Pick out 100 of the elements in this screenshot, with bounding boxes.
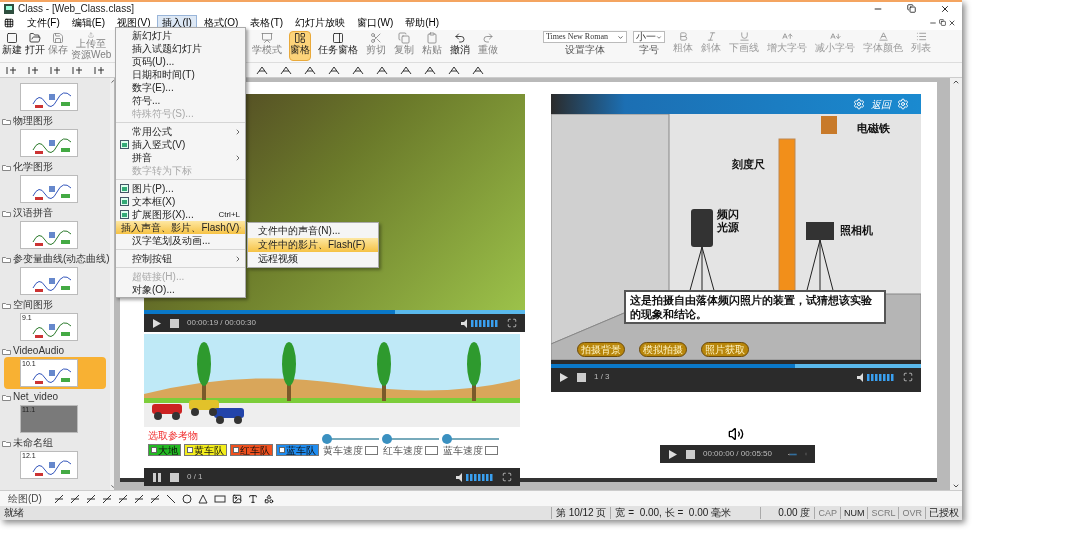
formula-tool-icon[interactable] — [28, 65, 40, 75]
doc-restore-icon[interactable] — [939, 19, 946, 26]
menu-entry[interactable]: 插入竖式(V) — [116, 138, 245, 151]
option-checkbox[interactable] — [187, 447, 193, 453]
slide-thumbnail[interactable] — [20, 267, 78, 295]
triangle-tool-icon[interactable] — [197, 493, 208, 504]
reference-option[interactable]: 黄车队 — [184, 444, 227, 456]
menu-item[interactable]: 幻灯片放映 — [290, 15, 351, 30]
menu-entry[interactable]: 控制按钮 — [116, 252, 245, 265]
speed-slider[interactable] — [383, 434, 439, 444]
slide-group-label[interactable]: 空间图形 — [13, 299, 53, 311]
menu-entry[interactable]: 常用公式 — [116, 125, 245, 138]
slide-group-label[interactable]: Net_video — [13, 391, 59, 403]
restore-icon[interactable] — [907, 4, 916, 13]
menu-entry[interactable]: 文件中的声音(N)... — [248, 224, 378, 238]
toolbar-button[interactable]: 窗格 — [289, 31, 311, 61]
menu-entry[interactable]: 文件中的影片、Flash(F) — [248, 238, 378, 252]
formula-tool-icon[interactable] — [352, 65, 364, 75]
menu-entry[interactable]: 对象(O)... — [116, 283, 245, 296]
slide-thumbnail[interactable] — [20, 175, 78, 203]
image-icon[interactable] — [231, 493, 242, 504]
doc-close-icon[interactable] — [948, 18, 956, 27]
reference-option[interactable]: 大地 — [148, 444, 181, 456]
draw-tool-icon[interactable] — [117, 493, 128, 504]
draw-tool-icon[interactable] — [85, 493, 96, 504]
reference-option[interactable]: 红车队 — [230, 444, 273, 456]
formula-tool-icon[interactable] — [424, 65, 436, 75]
menu-entry[interactable]: 远程视频 — [248, 252, 378, 266]
slide-thumbnail[interactable] — [20, 221, 78, 249]
slide-group-label[interactable]: 未命名组 — [13, 437, 53, 449]
formula-tool-icon[interactable] — [50, 65, 62, 75]
formula-tool-icon[interactable] — [400, 65, 412, 75]
slider-thumb[interactable] — [442, 434, 453, 444]
menu-item[interactable]: 帮助(H) — [400, 15, 445, 30]
back-link[interactable]: 返回 — [871, 96, 891, 112]
menu-item[interactable]: 表格(T) — [245, 15, 289, 30]
menu-entry[interactable]: 文本框(X) — [116, 195, 245, 208]
menu-item[interactable]: 窗口(W) — [352, 15, 399, 30]
line-tool-icon[interactable] — [165, 493, 176, 504]
option-checkbox[interactable] — [279, 447, 285, 453]
formula-tool-icon[interactable] — [94, 65, 106, 75]
stop-button[interactable] — [170, 318, 179, 328]
toolbar-button[interactable]: 撤消 — [449, 31, 471, 61]
draw-tool-icon[interactable] — [53, 493, 64, 504]
font-size-dropdown[interactable]: 小一 — [633, 31, 665, 43]
draw-menu-button[interactable]: 绘图(D) — [8, 492, 42, 505]
speed-slider[interactable] — [443, 434, 499, 444]
slide-group-label[interactable]: 物理图形 — [13, 115, 53, 127]
formula-tool-icon[interactable] — [448, 65, 460, 75]
scrollbar[interactable] — [950, 78, 962, 490]
play-pause-button[interactable] — [152, 317, 162, 329]
option-checkbox[interactable] — [151, 447, 157, 453]
draw-tool-icon[interactable] — [69, 493, 80, 504]
formula-tool-icon[interactable] — [280, 65, 292, 75]
toolbar-button[interactable]: 任务窗格 — [317, 31, 359, 61]
menu-item[interactable]: 格式(O) — [198, 15, 244, 30]
speed-input[interactable] — [425, 446, 438, 455]
speaker-icon[interactable] — [728, 426, 744, 442]
stop-button[interactable] — [686, 449, 695, 459]
close-icon[interactable] — [940, 3, 950, 14]
formula-tool-icon[interactable] — [72, 65, 84, 75]
text-box-icon[interactable] — [247, 493, 258, 504]
progress-track[interactable] — [551, 364, 921, 368]
slide-group-label[interactable]: 参变量曲线(动态曲线) — [13, 253, 110, 265]
menu-entry[interactable]: 插入声音、影片、Flash(V) — [116, 221, 245, 234]
draw-tool-icon[interactable] — [149, 493, 160, 504]
menu-item[interactable]: 文件(F) — [22, 15, 65, 30]
play-pause-button[interactable] — [152, 471, 162, 483]
document-menu-icon[interactable] — [4, 17, 14, 28]
menu-item[interactable]: 编辑(E) — [66, 15, 111, 30]
menu-entry[interactable]: 插入试题幻灯片 — [116, 42, 245, 55]
menu-entry[interactable]: 汉字笔划及动画... — [116, 234, 245, 247]
speed-input[interactable] — [365, 446, 378, 455]
slide-thumbnail[interactable] — [20, 83, 78, 111]
toolbar-button[interactable]: 打开 — [24, 31, 46, 61]
stop-button[interactable] — [170, 472, 179, 482]
menu-entry[interactable]: 图片(P)... — [116, 182, 245, 195]
play-pause-button[interactable] — [559, 371, 569, 383]
slide-thumbnail[interactable] — [20, 129, 78, 157]
shapes-icon[interactable] — [263, 493, 274, 504]
slide-group-label[interactable]: 汉语拼音 — [13, 207, 53, 219]
speed-input[interactable] — [485, 446, 498, 455]
menu-entry[interactable]: 拼音 — [116, 151, 245, 164]
formula-tool-icon[interactable] — [376, 65, 388, 75]
progress-track[interactable] — [144, 310, 525, 314]
formula-tool-icon[interactable] — [6, 65, 18, 75]
stop-button[interactable] — [577, 372, 586, 382]
menu-entry[interactable]: 数字(E)... — [116, 81, 245, 94]
menu-entry[interactable]: 日期和时间(T) — [116, 68, 245, 81]
menu-entry[interactable]: 新幻灯片 — [116, 29, 245, 42]
slide-group-label[interactable]: VideoAudio — [13, 345, 64, 357]
draw-tool-icon[interactable] — [133, 493, 144, 504]
formula-tool-icon[interactable] — [304, 65, 316, 75]
formula-tool-icon[interactable] — [472, 65, 484, 75]
toolbar-button[interactable]: 新建 — [1, 31, 23, 61]
menu-entry[interactable]: 页码(U)... — [116, 55, 245, 68]
rectangle-tool-icon[interactable] — [213, 493, 226, 504]
font-dropdown[interactable]: Times New Roman — [543, 31, 627, 43]
slider-thumb[interactable] — [382, 434, 393, 444]
formula-tool-icon[interactable] — [256, 65, 268, 75]
